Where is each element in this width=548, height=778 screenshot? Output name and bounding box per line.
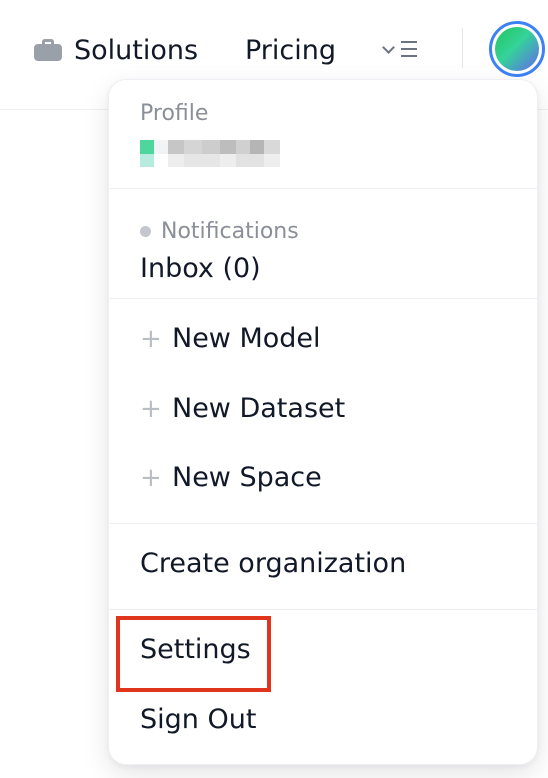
nav-solutions[interactable]: Solutions bbox=[34, 30, 198, 70]
sign-out-label: Sign Out bbox=[140, 704, 257, 735]
plus-icon: + bbox=[140, 393, 162, 424]
notifications-caption-row: Notifications bbox=[140, 219, 299, 244]
separator bbox=[109, 523, 537, 524]
separator bbox=[109, 609, 537, 610]
notifications-section[interactable]: Notifications Inbox (0) bbox=[109, 189, 537, 299]
profile-caption: Profile bbox=[140, 101, 209, 126]
avatar bbox=[495, 27, 539, 71]
page: Solutions Pricing Profile Notifications … bbox=[0, 0, 548, 778]
plus-icon: + bbox=[140, 462, 162, 493]
settings-highlight-box bbox=[116, 616, 271, 692]
briefcase-icon bbox=[34, 39, 62, 61]
nav-divider bbox=[462, 28, 463, 68]
new-dataset-item[interactable]: + New Dataset bbox=[140, 393, 345, 424]
new-space-item[interactable]: + New Space bbox=[140, 462, 322, 493]
user-dropdown-menu: Profile Notifications Inbox (0) + New Mo… bbox=[108, 79, 538, 765]
notifications-caption: Notifications bbox=[161, 219, 299, 244]
more-menu-button[interactable] bbox=[380, 36, 420, 62]
new-model-label: New Model bbox=[172, 323, 321, 354]
nav-pricing-label: Pricing bbox=[245, 34, 337, 66]
user-avatar-button[interactable] bbox=[489, 21, 545, 77]
new-dataset-label: New Dataset bbox=[172, 393, 346, 424]
list-icon bbox=[401, 41, 417, 57]
redacted-username bbox=[140, 140, 280, 168]
chevron-down-icon bbox=[382, 40, 395, 54]
new-model-item[interactable]: + New Model bbox=[140, 323, 321, 354]
nav-solutions-label: Solutions bbox=[74, 34, 199, 66]
create-organization-item[interactable]: Create organization bbox=[140, 548, 406, 579]
notification-dot-icon bbox=[140, 226, 151, 237]
inbox-link[interactable]: Inbox (0) bbox=[140, 253, 261, 284]
new-space-label: New Space bbox=[172, 462, 322, 493]
sign-out-item[interactable]: Sign Out bbox=[140, 704, 256, 735]
nav-pricing[interactable]: Pricing bbox=[245, 30, 336, 70]
profile-section[interactable]: Profile bbox=[109, 80, 537, 188]
create-organization-label: Create organization bbox=[140, 548, 407, 579]
separator bbox=[109, 298, 537, 299]
plus-icon: + bbox=[140, 323, 162, 354]
